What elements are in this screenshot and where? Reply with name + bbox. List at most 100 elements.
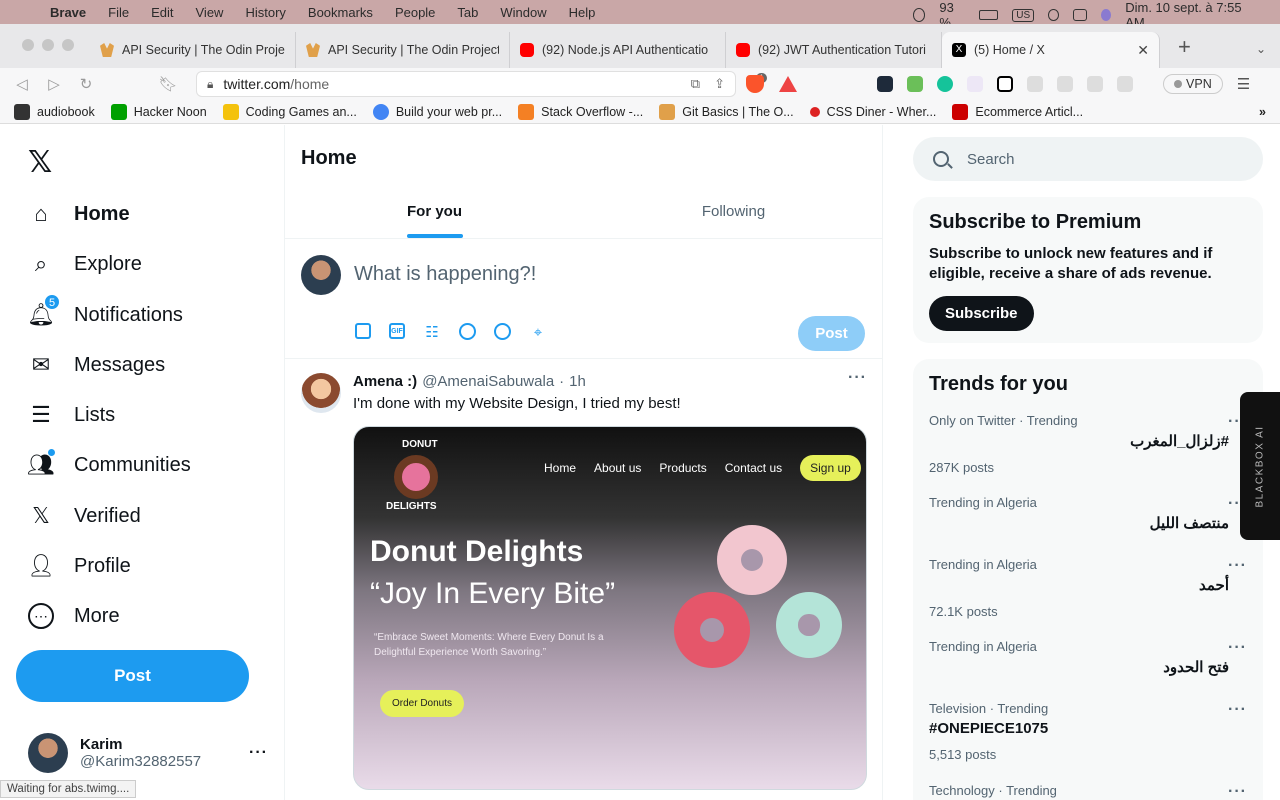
trend-item[interactable]: Technology · Trending ···	[929, 783, 1247, 800]
trend-item[interactable]: Trending in Algeria أحمد 72.1K posts ···	[929, 557, 1247, 619]
app-menu[interactable]: Brave	[50, 5, 86, 20]
bookmark-item[interactable]: Build your web pr...	[372, 103, 502, 120]
menu-tab[interactable]: Tab	[457, 5, 478, 20]
apple-icon[interactable]	[14, 5, 28, 19]
search-input[interactable]: Search	[913, 137, 1263, 181]
nav-item-more[interactable]: ⋯ More	[28, 603, 120, 629]
trend-item[interactable]: Only on Twitter · Trending #زلزال_المغرب…	[929, 413, 1247, 475]
poll-icon[interactable]: ☷	[423, 323, 441, 341]
menu-help[interactable]: Help	[569, 5, 596, 20]
play-icon[interactable]	[913, 8, 926, 22]
bookmark-icon[interactable]: 🔖︎	[152, 75, 184, 93]
keyboard-layout[interactable]: US	[1012, 8, 1035, 22]
url-bar[interactable]: 🔒︎ twitter.com/home ⧉ ⇪	[196, 71, 736, 97]
image-icon[interactable]	[355, 323, 371, 339]
browser-tab-active[interactable]: X (5) Home / X ✕	[942, 32, 1160, 68]
compose-post-button[interactable]: Post	[798, 316, 865, 351]
b-extension-icon[interactable]	[967, 76, 984, 92]
bookmark-item[interactable]: Hacker Noon	[110, 103, 207, 120]
vpn-button[interactable]: VPN	[1163, 74, 1223, 94]
spotlight-icon[interactable]	[1048, 9, 1059, 21]
tweet-time[interactable]: 1h	[569, 373, 586, 390]
brave-rewards-icon[interactable]	[779, 76, 798, 92]
menu-window[interactable]: Window	[500, 5, 546, 20]
nav-item-notifications[interactable]: 🔔︎ 5 Notifications	[27, 294, 183, 328]
tab-following[interactable]: Following	[584, 185, 883, 238]
sidebar-icon[interactable]	[1087, 76, 1104, 92]
browser-tab[interactable]: (92) Node.js API Authenticatio	[510, 32, 726, 68]
trend-item[interactable]: Trending in Algeria فتح الحدود ···	[929, 639, 1247, 676]
brave-shields-icon[interactable]	[746, 75, 764, 93]
reload-icon[interactable]: ↻	[70, 75, 102, 93]
schedule-icon[interactable]	[494, 323, 511, 340]
trend-more-icon[interactable]: ···	[1228, 783, 1247, 800]
bookmark-item[interactable]: Coding Games an...	[222, 103, 357, 120]
menu-history[interactable]: History	[245, 5, 285, 20]
grammarly-icon[interactable]	[937, 76, 954, 92]
tweet-media-image[interactable]: DONUT DELIGHTS Home About us Products Co…	[353, 426, 867, 790]
avatar[interactable]	[301, 255, 341, 295]
avatar[interactable]	[301, 373, 341, 413]
nav-item-lists[interactable]: ☰ Lists	[28, 402, 115, 428]
forward-icon[interactable]: ▷	[38, 75, 70, 93]
new-tab-button[interactable]: +	[1160, 34, 1207, 68]
bookmark-item[interactable]: audiobook	[14, 103, 95, 120]
nav-item-explore[interactable]: ⌕ Explore	[28, 251, 142, 277]
nav-item-messages[interactable]: ✉ Messages	[28, 352, 165, 378]
minimize-window-button[interactable]	[42, 39, 54, 51]
control-center-icon[interactable]	[1072, 9, 1087, 21]
post-button[interactable]: Post	[16, 650, 249, 702]
menu-icon[interactable]: ☰	[1237, 75, 1250, 93]
blackbox-ai-tab[interactable]: BLACKBOX AI	[1240, 392, 1280, 540]
browser-tab[interactable]: (92) JWT Authentication Tutori	[726, 32, 942, 68]
siri-icon[interactable]	[1100, 9, 1112, 21]
close-tab-icon[interactable]: ✕	[1137, 42, 1149, 59]
account-switcher[interactable]: Karim @Karim32882557 ···	[28, 733, 268, 773]
tab-for-you[interactable]: For you	[285, 185, 584, 238]
nav-item-home[interactable]: ⌂ Home	[28, 201, 129, 227]
puzzle-icon[interactable]	[1027, 76, 1044, 92]
tweet-author-handle[interactable]: @AmenaiSabuwala	[422, 373, 554, 390]
bookmark-item[interactable]: Git Basics | The O...	[659, 103, 794, 120]
bookmark-item[interactable]: Stack Overflow -...	[518, 103, 643, 120]
subscribe-button[interactable]: Subscribe	[929, 296, 1034, 331]
x-logo-icon[interactable]: 𝕏	[28, 145, 52, 180]
trend-item[interactable]: Trending in Algeria منتصف الليل ···	[929, 495, 1247, 532]
bookmark-item[interactable]: Ecommerce Articl...	[952, 103, 1083, 120]
open-external-icon[interactable]: ⧉	[691, 76, 700, 92]
l-extension-icon[interactable]	[997, 76, 1014, 92]
react-devtools-icon[interactable]	[877, 76, 894, 92]
nav-item-profile[interactable]: 👤︎ Profile	[27, 553, 131, 579]
close-window-button[interactable]	[22, 39, 34, 51]
wallet-icon[interactable]	[1117, 76, 1134, 92]
compose-input[interactable]: What is happening?!	[354, 263, 536, 286]
menu-edit[interactable]: Edit	[151, 5, 173, 20]
menu-view[interactable]: View	[196, 5, 224, 20]
more-icon[interactable]: ···	[249, 744, 268, 762]
music-icon[interactable]	[1057, 76, 1074, 92]
trend-more-icon[interactable]: ···	[1228, 639, 1247, 657]
menu-people[interactable]: People	[395, 5, 435, 20]
gif-icon[interactable]: GIF	[389, 323, 405, 339]
location-icon[interactable]: ⌖	[529, 323, 547, 341]
trend-more-icon[interactable]: ···	[1228, 557, 1247, 575]
menu-bookmarks[interactable]: Bookmarks	[308, 5, 373, 20]
browser-tab[interactable]: API Security | The Odin Project	[90, 32, 296, 68]
frog-extension-icon[interactable]	[907, 76, 924, 92]
chevron-down-icon[interactable]: ⌄	[1242, 42, 1280, 68]
trend-more-icon[interactable]: ···	[1228, 701, 1247, 719]
emoji-icon[interactable]	[459, 323, 476, 340]
zoom-window-button[interactable]	[62, 39, 74, 51]
more-bookmarks-icon[interactable]: »	[1259, 105, 1280, 119]
tweet[interactable]: Amena :) @AmenaiSabuwala · 1h ··· I'm do…	[285, 359, 883, 800]
trend-item[interactable]: Television · Trending #ONEPIECE1075 5,51…	[929, 701, 1247, 762]
bookmark-item[interactable]: CSS Diner - Wher...	[809, 105, 936, 119]
browser-tab[interactable]: API Security | The Odin Project	[296, 32, 510, 68]
nav-item-verified[interactable]: 𝕏 Verified	[28, 503, 141, 529]
share-icon[interactable]: ⇪	[714, 76, 725, 92]
menu-file[interactable]: File	[108, 5, 129, 20]
tweet-more-icon[interactable]: ···	[848, 369, 867, 387]
nav-item-communities[interactable]: 👥︎ Communities	[27, 449, 191, 478]
back-icon[interactable]: ◁	[6, 75, 38, 93]
tweet-author-name[interactable]: Amena :)	[353, 373, 417, 390]
